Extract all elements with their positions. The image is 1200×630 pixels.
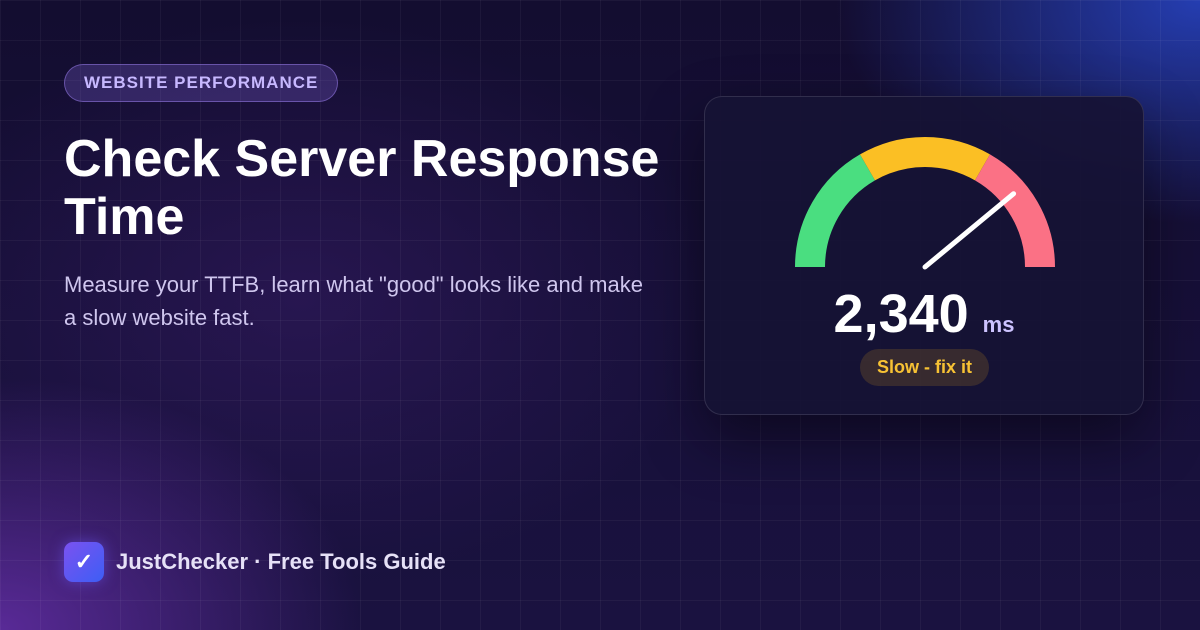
response-time-unit: ms bbox=[982, 312, 1015, 337]
gauge-arc-medium bbox=[860, 137, 990, 181]
brand-name: JustChecker · Free Tools Guide bbox=[116, 549, 446, 574]
gauge-arc-good bbox=[795, 154, 876, 268]
speedometer-gauge bbox=[795, 137, 1055, 270]
gauge-needle bbox=[922, 191, 1017, 270]
page-subtitle: Measure your TTFB, learn what "good" loo… bbox=[64, 272, 643, 330]
brand: ✓ JustChecker · Free Tools Guide bbox=[64, 542, 446, 582]
check-icon: ✓ bbox=[64, 542, 104, 582]
gauge-arc-bad bbox=[974, 154, 1055, 268]
category-badge: WEBSITE PERFORMANCE bbox=[64, 64, 339, 102]
response-time-value: 2,340 bbox=[833, 284, 969, 344]
page-title: Check Server Response Time bbox=[64, 130, 660, 246]
status-badge: Slow - fix it bbox=[860, 349, 990, 386]
gauge-readout: 2,340 ms bbox=[704, 283, 1144, 345]
